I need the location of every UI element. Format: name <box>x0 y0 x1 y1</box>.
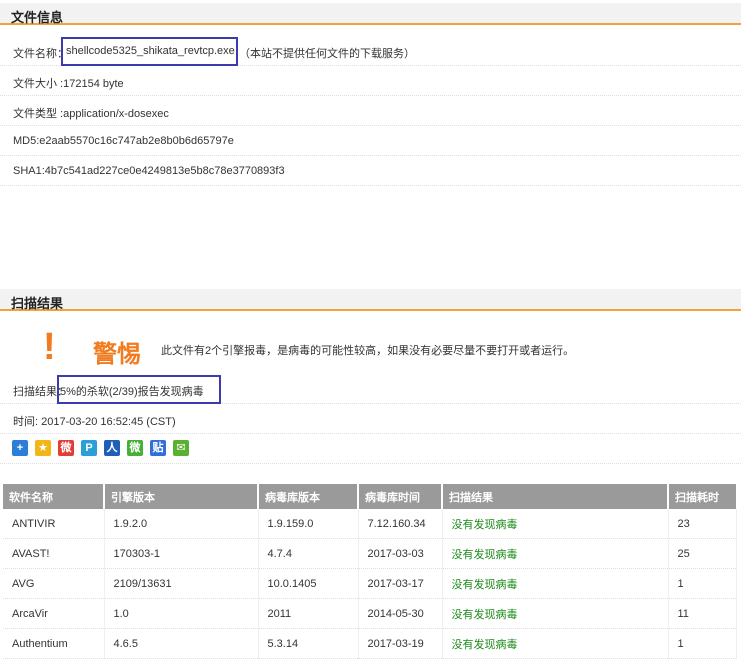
cell-duration: 23 <box>668 509 737 539</box>
cell-engine-version: 4.6.5 <box>104 628 259 659</box>
cell-db-time: 2017-03-17 <box>358 568 443 599</box>
md5-text: MD5:e2aab5570c16c747ab2e8b0b6d65797e <box>13 135 234 147</box>
share-weibo-icon[interactable]: 微 <box>58 440 74 456</box>
share-plus-icon[interactable]: + <box>12 440 28 456</box>
scan-time-row: 时间: 2017-03-20 16:52:45 (CST) <box>0 404 741 434</box>
col-engine-version: 引擎版本 <box>104 484 259 509</box>
cell-db-version: 5.3.14 <box>258 628 359 659</box>
col-db-time: 病毒库时间 <box>358 484 443 509</box>
cell-duration: 1 <box>668 628 737 659</box>
cell-db-time: 2017-03-19 <box>358 628 443 659</box>
cell-software: AVAST! <box>3 538 105 569</box>
cell-software: AVG <box>3 568 105 599</box>
table-row: Authentium 4.6.5 5.3.14 2017-03-19 没有发现病… <box>3 628 737 659</box>
table-row: AVAST! 170303-1 4.7.4 2017-03-03 没有发现病毒 … <box>3 538 737 569</box>
file-info-title: 文件信息 <box>11 10 64 25</box>
cell-engine-version: 170303-1 <box>104 538 259 569</box>
cell-db-version: 4.7.4 <box>258 538 359 569</box>
cell-duration: 1 <box>668 568 737 599</box>
warning-text: 此文件有2个引擎报毒，是病毒的可能性较高，如果没有必要尽量不要打开或者运行。 <box>161 345 575 357</box>
file-name-highlight <box>61 37 238 66</box>
cell-software: ANTIVIR <box>3 509 105 539</box>
cell-db-version: 10.0.1405 <box>258 568 359 599</box>
share-qzone-icon[interactable]: ★ <box>35 440 51 456</box>
file-type-row: 文件类型 :application/x-dosexec <box>0 96 741 126</box>
file-size-row: 文件大小 :172154 byte <box>0 66 741 96</box>
table-header-row: 软件名称 引擎版本 病毒库版本 病毒库时间 扫描结果 扫描耗时 <box>3 484 736 509</box>
cell-duration: 11 <box>668 598 737 629</box>
file-info-header: 文件信息 <box>0 3 741 25</box>
cell-duration: 25 <box>668 538 737 569</box>
table-row: ANTIVIR 1.9.2.0 1.9.159.0 7.12.160.34 没有… <box>3 509 737 539</box>
scan-result-highlight <box>57 375 221 404</box>
cell-result: 没有发现病毒 <box>442 509 669 539</box>
cell-db-time: 7.12.160.34 <box>358 509 443 539</box>
share-mail-icon[interactable]: ✉ <box>173 440 189 456</box>
file-name-note: （本站不提供任何文件的下载服务） <box>239 48 415 60</box>
col-scan-duration: 扫描耗时 <box>668 484 736 509</box>
cell-db-version: 1.9.159.0 <box>258 509 359 539</box>
file-type-text: 文件类型 :application/x-dosexec <box>13 108 169 120</box>
file-size-text: 文件大小 :172154 byte <box>13 78 124 90</box>
cell-db-time: 2014-05-30 <box>358 598 443 629</box>
warning-icon: ! <box>43 326 56 368</box>
col-scan-result: 扫描结果 <box>442 484 669 509</box>
cell-result: 没有发现病毒 <box>442 538 669 569</box>
share-divider <box>0 463 741 464</box>
cell-db-time: 2017-03-03 <box>358 538 443 569</box>
md5-row: MD5:e2aab5570c16c747ab2e8b0b6d65797e <box>0 126 741 156</box>
cell-db-version: 2011 <box>258 598 359 629</box>
sha1-row: SHA1:4b7c541ad227ce0e4249813e5b8c78e3770… <box>0 156 741 186</box>
cell-engine-version: 2109/13631 <box>104 568 259 599</box>
share-wechat-icon[interactable]: 微 <box>127 440 143 456</box>
cell-engine-version: 1.0 <box>104 598 259 629</box>
col-software-name: 软件名称 <box>3 484 105 509</box>
sha1-text: SHA1:4b7c541ad227ce0e4249813e5b8c78e3770… <box>13 165 285 177</box>
cell-software: ArcaVir <box>3 598 105 629</box>
share-renren-icon[interactable]: 人 <box>104 440 120 456</box>
warning-title: 警惕 <box>93 341 141 368</box>
scan-header: 扫描结果 <box>0 289 741 311</box>
cell-engine-version: 1.9.2.0 <box>104 509 259 539</box>
file-name-label: 文件名称： <box>13 48 68 60</box>
table-row: ArcaVir 1.0 2011 2014-05-30 没有发现病毒 11 <box>3 598 737 629</box>
scan-results-table: 软件名称 引擎版本 病毒库版本 病毒库时间 扫描结果 扫描耗时 ANTIVIR … <box>3 484 737 659</box>
scan-title: 扫描结果 <box>11 296 64 311</box>
share-tieba-icon[interactable]: 贴 <box>150 440 166 456</box>
cell-result: 没有发现病毒 <box>442 628 669 659</box>
col-db-version: 病毒库版本 <box>258 484 359 509</box>
table-row: AVG 2109/13631 10.0.1405 2017-03-17 没有发现… <box>3 568 737 599</box>
share-tqq-icon[interactable]: P <box>81 440 97 456</box>
cell-result: 没有发现病毒 <box>442 598 669 629</box>
cell-software: Authentium <box>3 628 105 659</box>
scan-time-text: 时间: 2017-03-20 16:52:45 (CST) <box>13 416 176 428</box>
cell-result: 没有发现病毒 <box>442 568 669 599</box>
